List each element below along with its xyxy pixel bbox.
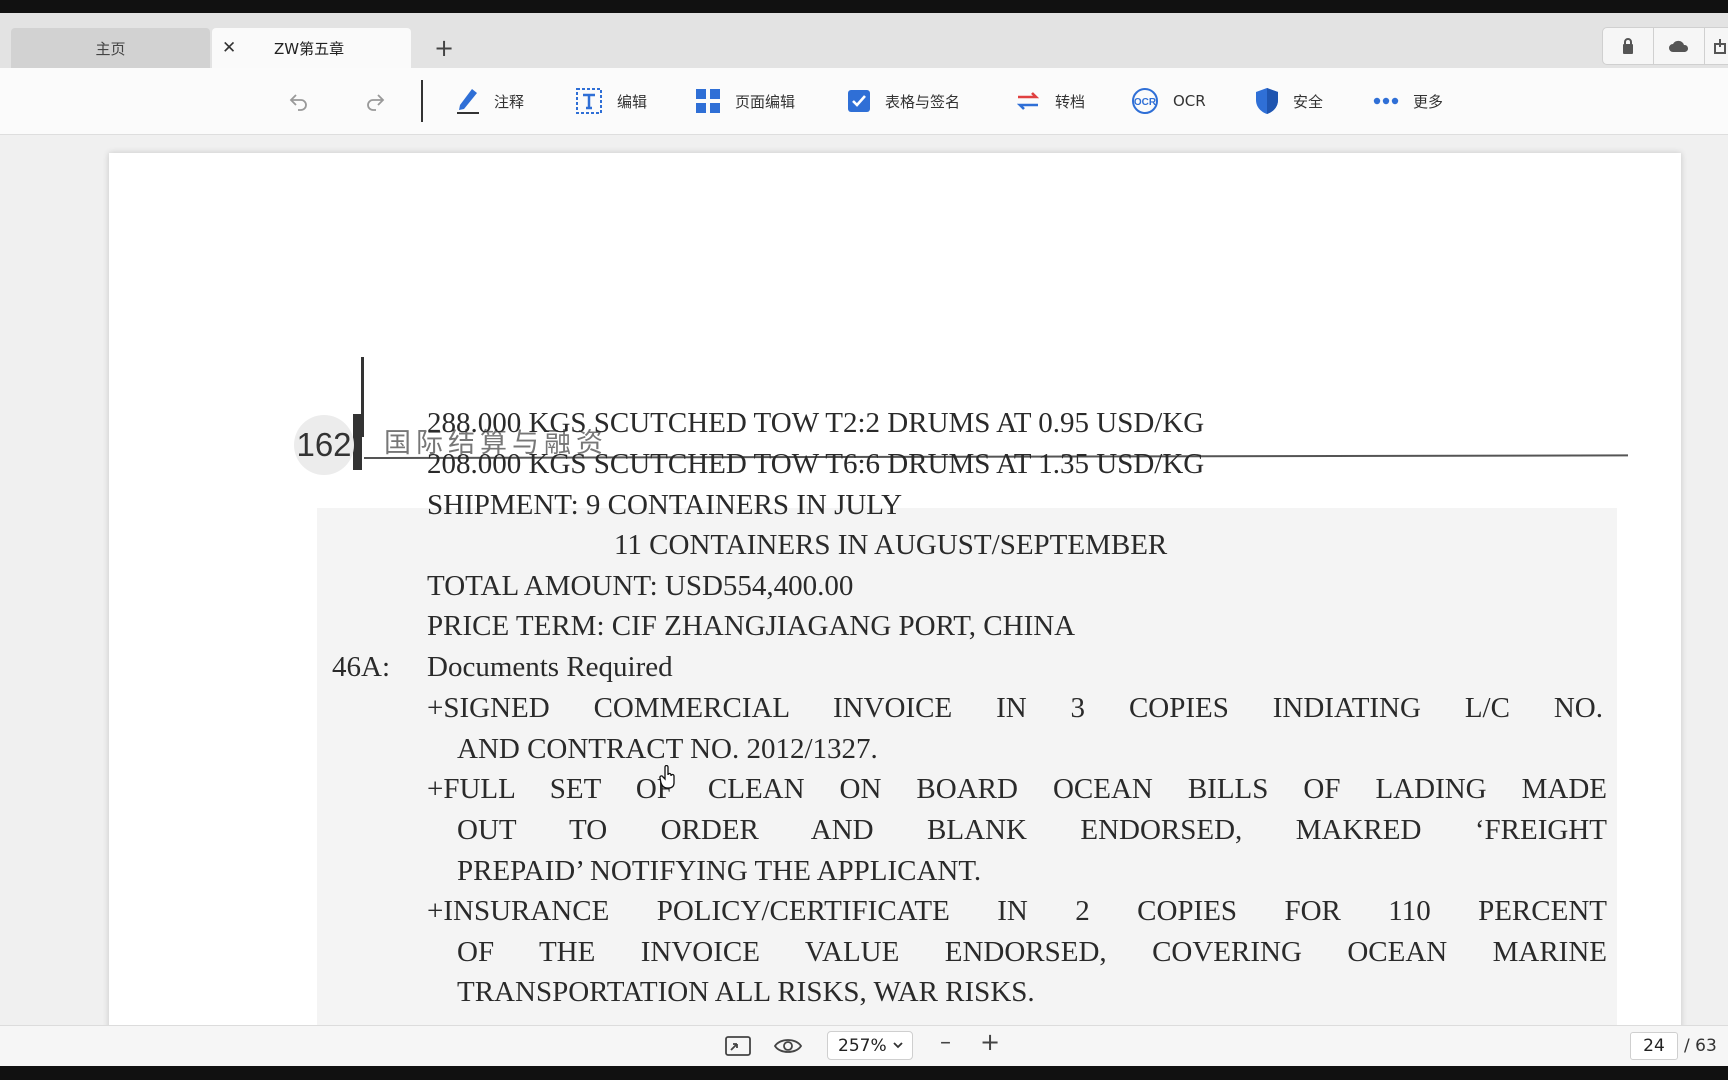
chevron-down-icon <box>893 1042 903 1049</box>
forms-sign-label: 表格与签名 <box>885 92 961 111</box>
cloud-icon <box>1669 40 1689 52</box>
share-button[interactable] <box>1704 27 1728 65</box>
text-line: OF THE INVOICE VALUE ENDORSED, COVERING … <box>457 936 1607 968</box>
ocr-icon: OCR <box>1132 88 1158 114</box>
tab-home-label: 主页 <box>95 39 126 58</box>
text-line: TOTAL AMOUNT: USD554,400.00 <box>427 570 854 602</box>
convert-arrows-icon <box>1016 92 1040 110</box>
svg-text:OCR: OCR <box>1134 97 1157 108</box>
tab-bar: 主页 ✕ ZW第五章 + <box>0 13 1728 68</box>
more-label: 更多 <box>1413 92 1444 111</box>
text-line: +INSURANCE POLICY/CERTIFICATE IN 2 COPIE… <box>427 895 1607 927</box>
field-tag: 46A: <box>332 651 390 683</box>
tab-document[interactable]: ✕ ZW第五章 <box>212 28 411 68</box>
ocr-label: OCR <box>1173 92 1206 110</box>
forms-sign-tool[interactable]: 表格与签名 <box>847 68 960 134</box>
cloud-button[interactable] <box>1653 27 1705 65</box>
undo-button[interactable] <box>288 68 324 134</box>
pen-icon <box>457 89 479 114</box>
total-pages: / 63 <box>1684 1036 1717 1056</box>
tab-document-label: ZW第五章 <box>274 39 345 58</box>
text-line: 208.000 KGS SCUTCHED TOW T6:6 DRUMS AT 1… <box>427 448 1205 480</box>
header-vertical-bar <box>353 414 362 470</box>
hand-cursor-icon <box>659 765 675 789</box>
toolbar-separator <box>421 80 423 122</box>
more-tool[interactable]: 更多 <box>1373 68 1443 134</box>
zoom-select[interactable]: 257% <box>827 1031 913 1060</box>
zoom-value: 257% <box>838 1035 887 1056</box>
lock-button[interactable] <box>1602 27 1654 65</box>
fit-page-icon[interactable] <box>724 1034 752 1058</box>
text-line: +FULL SET OF CLEAN ON BOARD OCEAN BILLS … <box>427 773 1607 805</box>
text-edit-icon <box>576 88 602 114</box>
redo-button[interactable] <box>364 68 400 134</box>
text-line: PRICE TERM: CIF ZHANGJIAGANG PORT, CHINA <box>427 610 1076 642</box>
ocr-tool[interactable]: OCR OCR <box>1131 68 1206 134</box>
top-screen-edge <box>0 0 1728 13</box>
edit-label: 编辑 <box>617 92 648 111</box>
tab-home[interactable]: 主页 <box>11 28 210 68</box>
edit-tool[interactable]: 编辑 <box>575 68 647 134</box>
share-icon <box>1714 39 1726 54</box>
tab-close-icon[interactable]: ✕ <box>222 28 236 68</box>
add-tab-button[interactable]: + <box>431 34 457 62</box>
shield-icon <box>1256 88 1278 114</box>
main-toolbar: 注释 编辑 页面编辑 表格与签名 转档 OCR OCR 安全 更多 <box>0 68 1728 135</box>
text-line: 288.000 KGS SCUTCHED TOW T2:2 DRUMS AT 0… <box>427 407 1205 439</box>
text-line: TRANSPORTATION ALL RISKS, WAR RISKS. <box>457 976 1035 1008</box>
text-line: AND CONTRACT NO. 2012/1327. <box>457 733 878 765</box>
redo-icon <box>367 94 385 111</box>
zoom-in-button[interactable]: + <box>980 1028 1000 1056</box>
annotate-label: 注释 <box>494 92 525 111</box>
security-label: 安全 <box>1293 92 1324 111</box>
document-viewport[interactable]: 162 国际结算与融资 288.000 KGS SCUTCHED TOW T2:… <box>0 135 1728 1025</box>
annotate-tool[interactable]: 注释 <box>456 68 524 134</box>
book-page-number: 162 <box>294 415 354 475</box>
text-line: Documents Required <box>427 651 673 683</box>
text-line: 11 CONTAINERS IN AUGUST/SEPTEMBER <box>614 529 1168 561</box>
zoom-out-button[interactable]: – <box>940 1030 951 1055</box>
text-line: OUT TO ORDER AND BLANK ENDORSED, MAKRED … <box>457 814 1607 846</box>
page-edit-tool[interactable]: 页面编辑 <box>695 68 795 134</box>
current-page-input[interactable]: 24 <box>1630 1032 1678 1060</box>
convert-label: 转档 <box>1055 92 1086 111</box>
text-line: +SIGNED COMMERCIAL INVOICE IN 3 COPIES I… <box>427 692 1603 724</box>
lock-icon <box>1623 38 1633 54</box>
page-edit-label: 页面编辑 <box>735 92 796 111</box>
eye-icon[interactable] <box>773 1034 803 1058</box>
grid-icon <box>696 89 720 113</box>
status-bar: 257% – + 24 / 63 <box>0 1025 1728 1067</box>
checkbox-icon <box>848 90 870 112</box>
document-page: 162 国际结算与融资 288.000 KGS SCUTCHED TOW T2:… <box>109 153 1681 1025</box>
bottom-screen-edge <box>0 1066 1728 1080</box>
dots-icon <box>1373 97 1399 105</box>
text-line: SHIPMENT: 9 CONTAINERS IN JULY <box>427 489 903 521</box>
convert-tool[interactable]: 转档 <box>1015 68 1085 134</box>
undo-icon <box>289 94 307 111</box>
text-line: PREPAID’ NOTIFYING THE APPLICANT. <box>457 855 982 887</box>
security-tool[interactable]: 安全 <box>1255 68 1323 134</box>
